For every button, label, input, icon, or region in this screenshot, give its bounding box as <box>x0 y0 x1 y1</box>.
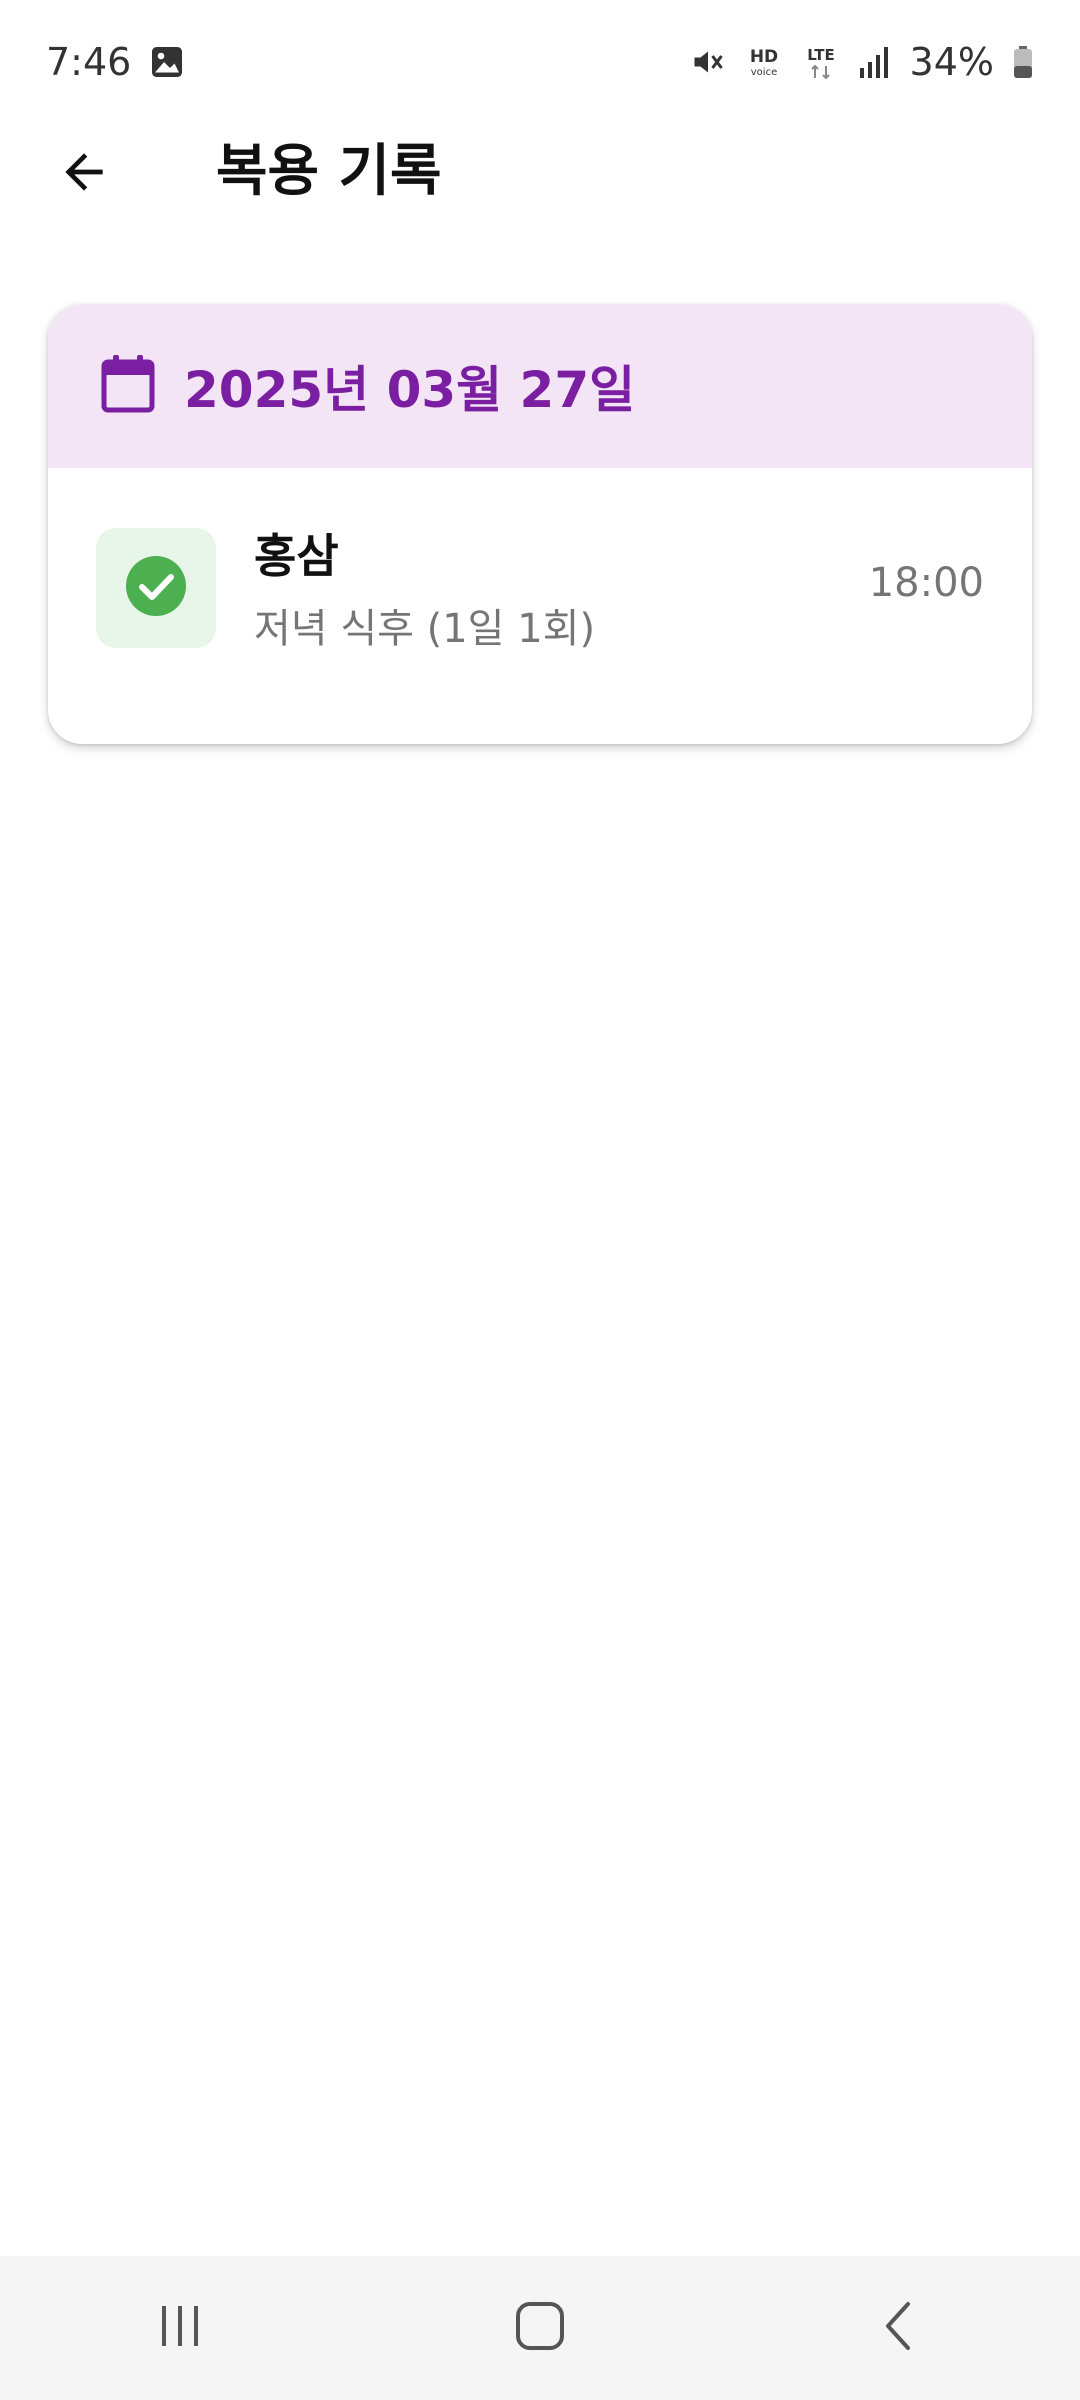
back-nav-button[interactable] <box>840 2268 960 2388</box>
record-item[interactable]: 홍삼 저녁 식후 (1일 1회) 18:00 <box>48 468 1032 744</box>
battery-icon <box>1012 44 1034 80</box>
back-button[interactable] <box>48 138 120 210</box>
signal-icon <box>858 44 892 80</box>
medicine-time: 18:00 <box>868 560 984 606</box>
lte-icon: LTE <box>802 44 840 80</box>
status-time: 7:46 <box>46 40 132 84</box>
status-tile <box>96 528 216 648</box>
check-circle-icon <box>125 555 187 621</box>
recents-icon <box>150 2296 210 2360</box>
card-header: 2025년 03월 27일 <box>48 304 1032 468</box>
recents-button[interactable] <box>120 2268 240 2388</box>
home-button[interactable] <box>480 2268 600 2388</box>
battery-percent: 34% <box>909 40 994 84</box>
hd-voice-icon: HD voice <box>744 44 784 80</box>
record-date: 2025년 03월 27일 <box>184 361 636 419</box>
system-nav-bar <box>0 2256 1080 2400</box>
status-right: HD voice LTE 34% <box>690 40 1034 84</box>
svg-text:HD: HD <box>749 47 777 67</box>
svg-text:LTE: LTE <box>807 46 835 64</box>
status-left: 7:46 <box>46 40 185 84</box>
arrow-back-icon <box>56 144 112 204</box>
page-title: 복용 기록 <box>216 139 442 204</box>
back-nav-icon <box>870 2296 930 2360</box>
medicine-schedule: 저녁 식후 (1일 1회) <box>254 606 596 652</box>
medicine-name: 홍삼 <box>254 529 339 583</box>
calendar-icon <box>100 354 156 418</box>
app-bar: 복용 기록 <box>0 124 1080 220</box>
mute-icon <box>690 44 726 80</box>
home-icon <box>510 2296 570 2360</box>
status-bar: 7:46 HD voice LTE 34% <box>0 0 1080 124</box>
record-card: 2025년 03월 27일 홍삼 저녁 식후 (1일 1회) 18:00 <box>48 304 1032 744</box>
svg-text:voice: voice <box>750 67 776 78</box>
image-icon <box>149 44 185 80</box>
